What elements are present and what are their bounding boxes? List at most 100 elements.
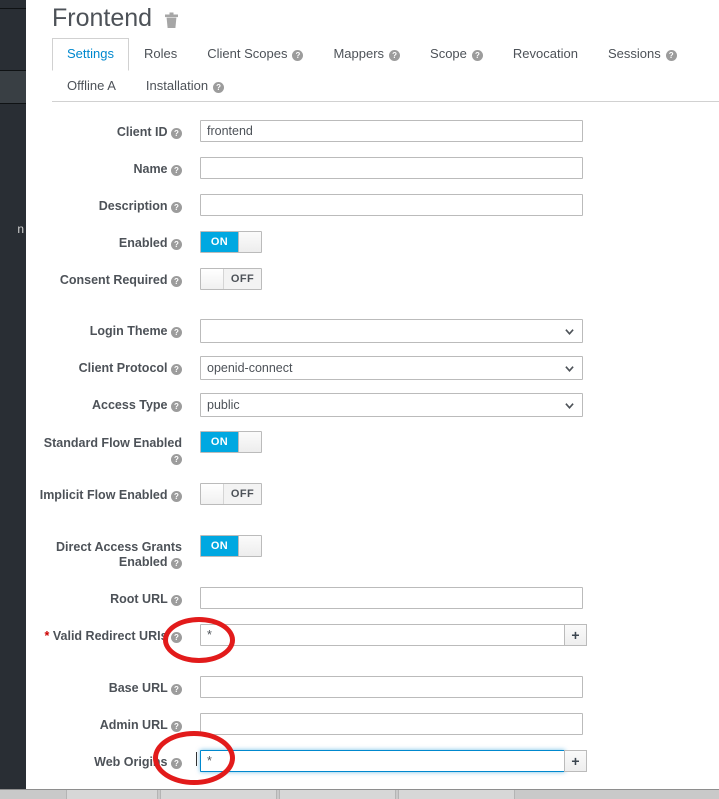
- field-standard-flow: ON: [200, 431, 262, 453]
- label-text: Web Origins: [94, 755, 168, 769]
- label-client-protocol: Client Protocol ?: [38, 356, 182, 376]
- taskbar-item[interactable]: [279, 790, 396, 799]
- direct-access-grants-toggle[interactable]: ON: [200, 535, 262, 557]
- valid-redirect-uris-input[interactable]: [200, 624, 565, 646]
- help-icon[interactable]: ?: [292, 49, 304, 61]
- help-icon[interactable]: ?: [171, 491, 182, 502]
- label-text: Root URL: [110, 592, 168, 606]
- help-icon[interactable]: ?: [171, 401, 182, 412]
- field-enabled: ON: [200, 231, 262, 253]
- taskbar-item[interactable]: [160, 790, 277, 799]
- help-icon[interactable]: ?: [171, 558, 182, 569]
- root-url-input[interactable]: [200, 587, 583, 609]
- keycloak-client-settings-page: n Frontend Settings Roles Client Scopes …: [0, 0, 719, 799]
- field-implicit-flow: OFF: [200, 483, 262, 505]
- label-text: Direct Access Grants Enabled: [56, 540, 182, 569]
- label-standard-flow-enabled: Standard Flow Enabled ?: [38, 431, 182, 466]
- form-row-login-theme: Login Theme ? basekeycloak: [38, 319, 719, 343]
- tab-label: Installation: [145, 78, 209, 93]
- text-cursor: [196, 752, 197, 766]
- help-icon[interactable]: ?: [171, 364, 182, 375]
- toggle-knob: [201, 484, 223, 504]
- tab-offline-access[interactable]: Offline A: [52, 70, 131, 102]
- label-text: Consent Required: [59, 273, 168, 287]
- help-icon[interactable]: ?: [171, 721, 182, 732]
- web-origins-input[interactable]: [200, 750, 565, 772]
- add-redirect-uri-button[interactable]: +: [564, 624, 587, 646]
- help-icon[interactable]: ?: [471, 49, 483, 61]
- base-url-input[interactable]: [200, 676, 583, 698]
- implicit-flow-toggle[interactable]: OFF: [200, 483, 262, 505]
- help-icon[interactable]: ?: [171, 595, 182, 606]
- help-icon[interactable]: ?: [171, 684, 182, 695]
- tab-label: Client Scopes: [207, 46, 288, 61]
- tab-roles[interactable]: Roles: [129, 38, 192, 70]
- help-icon[interactable]: ?: [171, 632, 182, 643]
- login-theme-select-wrap: basekeycloak: [200, 319, 583, 343]
- form-row-web-origins: Web Origins ? +: [38, 750, 719, 772]
- admin-url-input[interactable]: [200, 713, 583, 735]
- taskbar-item[interactable]: [398, 790, 515, 799]
- form-row-implicit-flow: Implicit Flow Enabled ? OFF: [38, 483, 719, 505]
- name-input[interactable]: [200, 157, 583, 179]
- help-icon[interactable]: ?: [171, 758, 182, 769]
- tab-label: Sessions: [607, 46, 661, 61]
- label-root-url: Root URL ?: [38, 587, 182, 607]
- label-description: Description ?: [38, 194, 182, 214]
- consent-required-toggle[interactable]: OFF: [200, 268, 262, 290]
- tab-scope[interactable]: Scope ?: [415, 38, 498, 70]
- form-row-name: Name ?: [38, 157, 719, 179]
- form-row-client-id: Client ID ?: [38, 120, 719, 142]
- trash-icon[interactable]: [164, 12, 179, 29]
- label-login-theme: Login Theme ?: [38, 319, 182, 339]
- tab-label: Offline A: [67, 78, 116, 93]
- label-text: Login Theme: [89, 324, 168, 338]
- label-text: Implicit Flow Enabled: [39, 488, 168, 502]
- tab-mappers[interactable]: Mappers ?: [318, 38, 415, 70]
- label-client-id: Client ID ?: [38, 120, 182, 140]
- toggle-state-label: OFF: [223, 269, 261, 289]
- label-text: Description: [98, 199, 168, 213]
- label-text: Client ID: [116, 125, 168, 139]
- tab-installation[interactable]: Installation ?: [131, 70, 239, 102]
- help-icon[interactable]: ?: [171, 276, 182, 287]
- help-icon[interactable]: ?: [171, 165, 182, 176]
- help-icon[interactable]: ?: [665, 49, 677, 61]
- label-implicit-flow-enabled: Implicit Flow Enabled ?: [38, 483, 182, 503]
- label-text: Valid Redirect URIs: [52, 629, 168, 643]
- standard-flow-toggle[interactable]: ON: [200, 431, 262, 453]
- toggle-knob: [238, 432, 261, 452]
- tab-sessions[interactable]: Sessions ?: [593, 38, 692, 70]
- label-access-type: Access Type ?: [38, 393, 182, 413]
- help-icon[interactable]: ?: [213, 81, 225, 93]
- help-icon[interactable]: ?: [171, 202, 182, 213]
- access-type-select[interactable]: confidentialpublicbearer-only: [200, 393, 583, 417]
- login-theme-select[interactable]: basekeycloak: [200, 319, 583, 343]
- tab-revocation[interactable]: Revocation: [498, 38, 593, 70]
- form-row-access-type: Access Type ? confidentialpublicbearer-o…: [38, 393, 719, 417]
- add-web-origin-button[interactable]: +: [564, 750, 587, 772]
- tab-settings[interactable]: Settings: [52, 38, 129, 71]
- sidebar-item-label-clipped: n: [17, 222, 24, 236]
- client-id-input[interactable]: [200, 120, 583, 142]
- client-protocol-select[interactable]: openid-connectsaml: [200, 356, 583, 380]
- enabled-toggle[interactable]: ON: [200, 231, 262, 253]
- tab-label: Roles: [143, 46, 178, 61]
- help-icon[interactable]: ?: [171, 128, 182, 139]
- toggle-knob: [238, 536, 261, 556]
- label-text: Standard Flow Enabled: [43, 436, 182, 450]
- description-input[interactable]: [200, 194, 583, 216]
- label-text: Admin URL: [99, 718, 168, 732]
- help-icon[interactable]: ?: [171, 327, 182, 338]
- main-content: Frontend Settings Roles Client Scopes ?: [38, 0, 719, 789]
- access-type-select-wrap: confidentialpublicbearer-only: [200, 393, 583, 417]
- tab-label: Scope: [430, 46, 467, 61]
- help-icon[interactable]: ?: [389, 49, 401, 61]
- tab-bar-underline: [52, 101, 719, 102]
- help-icon[interactable]: ?: [171, 454, 182, 465]
- sidebar-item-active[interactable]: [0, 71, 26, 103]
- page-title: Frontend: [52, 4, 153, 32]
- taskbar-item[interactable]: [66, 790, 158, 799]
- help-icon[interactable]: ?: [171, 239, 182, 250]
- tab-client-scopes[interactable]: Client Scopes ?: [192, 38, 318, 70]
